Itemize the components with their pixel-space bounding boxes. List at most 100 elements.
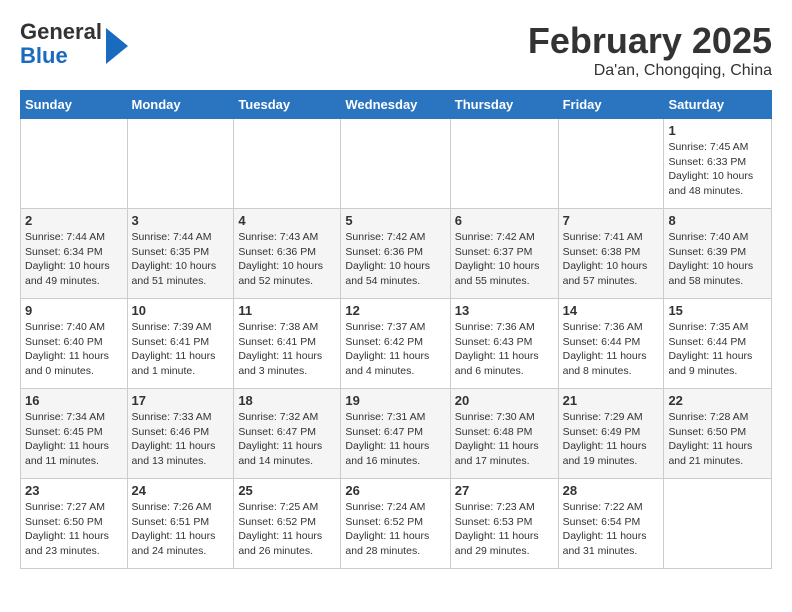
calendar-cell: 13 Sunrise: 7:36 AM Sunset: 6:43 PM Dayli…	[450, 299, 558, 389]
day-info: Sunrise: 7:30 AM Sunset: 6:48 PM Dayligh…	[455, 410, 554, 469]
logo-text: General Blue	[20, 20, 102, 68]
calendar-cell: 2 Sunrise: 7:44 AM Sunset: 6:34 PM Daylig…	[21, 209, 128, 299]
calendar-header: SundayMondayTuesdayWednesdayThursdayFrid…	[21, 91, 772, 119]
day-info: Sunrise: 7:42 AM Sunset: 6:36 PM Dayligh…	[345, 230, 445, 289]
day-info: Sunrise: 7:43 AM Sunset: 6:36 PM Dayligh…	[238, 230, 336, 289]
calendar-cell: 7 Sunrise: 7:41 AM Sunset: 6:38 PM Daylig…	[558, 209, 664, 299]
weekday-header-thursday: Thursday	[450, 91, 558, 119]
calendar-cell: 8Sunrise: 7:40 AM Sunset: 6:39 PM Daylig…	[664, 209, 772, 299]
title-area: February 2025 Da'an, Chongqing, China	[528, 20, 772, 80]
calendar-cell: 20 Sunrise: 7:30 AM Sunset: 6:48 PM Dayli…	[450, 389, 558, 479]
calendar-week-3: 9 Sunrise: 7:40 AM Sunset: 6:40 PM Daylig…	[21, 299, 772, 389]
logo-arrow-icon	[106, 28, 128, 64]
day-info: Sunrise: 7:22 AM Sunset: 6:54 PM Dayligh…	[563, 500, 660, 559]
calendar-week-1: 1Sunrise: 7:45 AM Sunset: 6:33 PM Daylig…	[21, 119, 772, 209]
day-number: 5	[345, 213, 445, 228]
day-number: 3	[132, 213, 230, 228]
logo: General Blue	[20, 20, 128, 68]
calendar-cell	[21, 119, 128, 209]
day-number: 28	[563, 483, 660, 498]
day-info: Sunrise: 7:41 AM Sunset: 6:38 PM Dayligh…	[563, 230, 660, 289]
day-number: 22	[668, 393, 767, 408]
page-title: February 2025	[528, 20, 772, 62]
calendar-body: 1Sunrise: 7:45 AM Sunset: 6:33 PM Daylig…	[21, 119, 772, 569]
day-info: Sunrise: 7:26 AM Sunset: 6:51 PM Dayligh…	[132, 500, 230, 559]
day-info: Sunrise: 7:27 AM Sunset: 6:50 PM Dayligh…	[25, 500, 123, 559]
day-number: 14	[563, 303, 660, 318]
day-info: Sunrise: 7:33 AM Sunset: 6:46 PM Dayligh…	[132, 410, 230, 469]
calendar-cell: 27 Sunrise: 7:23 AM Sunset: 6:53 PM Dayli…	[450, 479, 558, 569]
calendar-cell	[127, 119, 234, 209]
calendar-cell: 25 Sunrise: 7:25 AM Sunset: 6:52 PM Dayli…	[234, 479, 341, 569]
calendar-cell: 3 Sunrise: 7:44 AM Sunset: 6:35 PM Daylig…	[127, 209, 234, 299]
calendar-cell: 9 Sunrise: 7:40 AM Sunset: 6:40 PM Daylig…	[21, 299, 128, 389]
day-info: Sunrise: 7:31 AM Sunset: 6:47 PM Dayligh…	[345, 410, 445, 469]
day-info: Sunrise: 7:39 AM Sunset: 6:41 PM Dayligh…	[132, 320, 230, 379]
day-number: 8	[668, 213, 767, 228]
calendar-cell: 14 Sunrise: 7:36 AM Sunset: 6:44 PM Dayli…	[558, 299, 664, 389]
day-number: 23	[25, 483, 123, 498]
day-number: 21	[563, 393, 660, 408]
day-info: Sunrise: 7:29 AM Sunset: 6:49 PM Dayligh…	[563, 410, 660, 469]
day-number: 10	[132, 303, 230, 318]
day-info: Sunrise: 7:32 AM Sunset: 6:47 PM Dayligh…	[238, 410, 336, 469]
calendar-cell: 17 Sunrise: 7:33 AM Sunset: 6:46 PM Dayli…	[127, 389, 234, 479]
page-subtitle: Da'an, Chongqing, China	[528, 62, 772, 80]
day-number: 4	[238, 213, 336, 228]
calendar-cell: 22 Sunrise: 7:28 AM Sunset: 6:50 PM Dayli…	[664, 389, 772, 479]
day-info: Sunrise: 7:44 AM Sunset: 6:35 PM Dayligh…	[132, 230, 230, 289]
calendar-cell: 19Sunrise: 7:31 AM Sunset: 6:47 PM Dayli…	[341, 389, 450, 479]
day-number: 7	[563, 213, 660, 228]
day-info: Sunrise: 7:28 AM Sunset: 6:50 PM Dayligh…	[668, 410, 767, 469]
logo-blue: Blue	[20, 44, 102, 68]
day-number: 26	[345, 483, 445, 498]
day-number: 24	[132, 483, 230, 498]
day-info: Sunrise: 7:40 AM Sunset: 6:40 PM Dayligh…	[25, 320, 123, 379]
calendar-week-4: 16Sunrise: 7:34 AM Sunset: 6:45 PM Dayli…	[21, 389, 772, 479]
calendar-cell: 28 Sunrise: 7:22 AM Sunset: 6:54 PM Dayli…	[558, 479, 664, 569]
day-number: 16	[25, 393, 123, 408]
calendar-cell: 12 Sunrise: 7:37 AM Sunset: 6:42 PM Dayli…	[341, 299, 450, 389]
calendar-cell: 4 Sunrise: 7:43 AM Sunset: 6:36 PM Daylig…	[234, 209, 341, 299]
day-number: 12	[345, 303, 445, 318]
calendar-cell: 26 Sunrise: 7:24 AM Sunset: 6:52 PM Dayli…	[341, 479, 450, 569]
day-info: Sunrise: 7:24 AM Sunset: 6:52 PM Dayligh…	[345, 500, 445, 559]
day-number: 15	[668, 303, 767, 318]
calendar-cell	[341, 119, 450, 209]
day-number: 6	[455, 213, 554, 228]
calendar-cell: 1Sunrise: 7:45 AM Sunset: 6:33 PM Daylig…	[664, 119, 772, 209]
calendar-cell	[450, 119, 558, 209]
weekday-header-friday: Friday	[558, 91, 664, 119]
day-number: 17	[132, 393, 230, 408]
day-number: 1	[668, 123, 767, 138]
calendar-cell: 5 Sunrise: 7:42 AM Sunset: 6:36 PM Daylig…	[341, 209, 450, 299]
calendar-cell: 15Sunrise: 7:35 AM Sunset: 6:44 PM Dayli…	[664, 299, 772, 389]
day-number: 25	[238, 483, 336, 498]
weekday-header-row: SundayMondayTuesdayWednesdayThursdayFrid…	[21, 91, 772, 119]
calendar-week-2: 2 Sunrise: 7:44 AM Sunset: 6:34 PM Daylig…	[21, 209, 772, 299]
day-number: 13	[455, 303, 554, 318]
calendar-cell: 11Sunrise: 7:38 AM Sunset: 6:41 PM Dayli…	[234, 299, 341, 389]
calendar-cell: 18Sunrise: 7:32 AM Sunset: 6:47 PM Dayli…	[234, 389, 341, 479]
calendar-cell: 24 Sunrise: 7:26 AM Sunset: 6:51 PM Dayli…	[127, 479, 234, 569]
calendar-cell: 21 Sunrise: 7:29 AM Sunset: 6:49 PM Dayli…	[558, 389, 664, 479]
calendar-cell	[664, 479, 772, 569]
weekday-header-tuesday: Tuesday	[234, 91, 341, 119]
day-number: 27	[455, 483, 554, 498]
day-info: Sunrise: 7:23 AM Sunset: 6:53 PM Dayligh…	[455, 500, 554, 559]
day-number: 9	[25, 303, 123, 318]
day-number: 20	[455, 393, 554, 408]
calendar-table: SundayMondayTuesdayWednesdayThursdayFrid…	[20, 90, 772, 569]
day-info: Sunrise: 7:37 AM Sunset: 6:42 PM Dayligh…	[345, 320, 445, 379]
day-info: Sunrise: 7:36 AM Sunset: 6:44 PM Dayligh…	[563, 320, 660, 379]
page-header: General Blue February 2025 Da'an, Chongq…	[20, 20, 772, 80]
calendar-cell	[234, 119, 341, 209]
weekday-header-saturday: Saturday	[664, 91, 772, 119]
day-info: Sunrise: 7:38 AM Sunset: 6:41 PM Dayligh…	[238, 320, 336, 379]
day-info: Sunrise: 7:25 AM Sunset: 6:52 PM Dayligh…	[238, 500, 336, 559]
day-number: 2	[25, 213, 123, 228]
day-info: Sunrise: 7:36 AM Sunset: 6:43 PM Dayligh…	[455, 320, 554, 379]
day-info: Sunrise: 7:44 AM Sunset: 6:34 PM Dayligh…	[25, 230, 123, 289]
calendar-cell: 6Sunrise: 7:42 AM Sunset: 6:37 PM Daylig…	[450, 209, 558, 299]
calendar-cell: 10 Sunrise: 7:39 AM Sunset: 6:41 PM Dayli…	[127, 299, 234, 389]
